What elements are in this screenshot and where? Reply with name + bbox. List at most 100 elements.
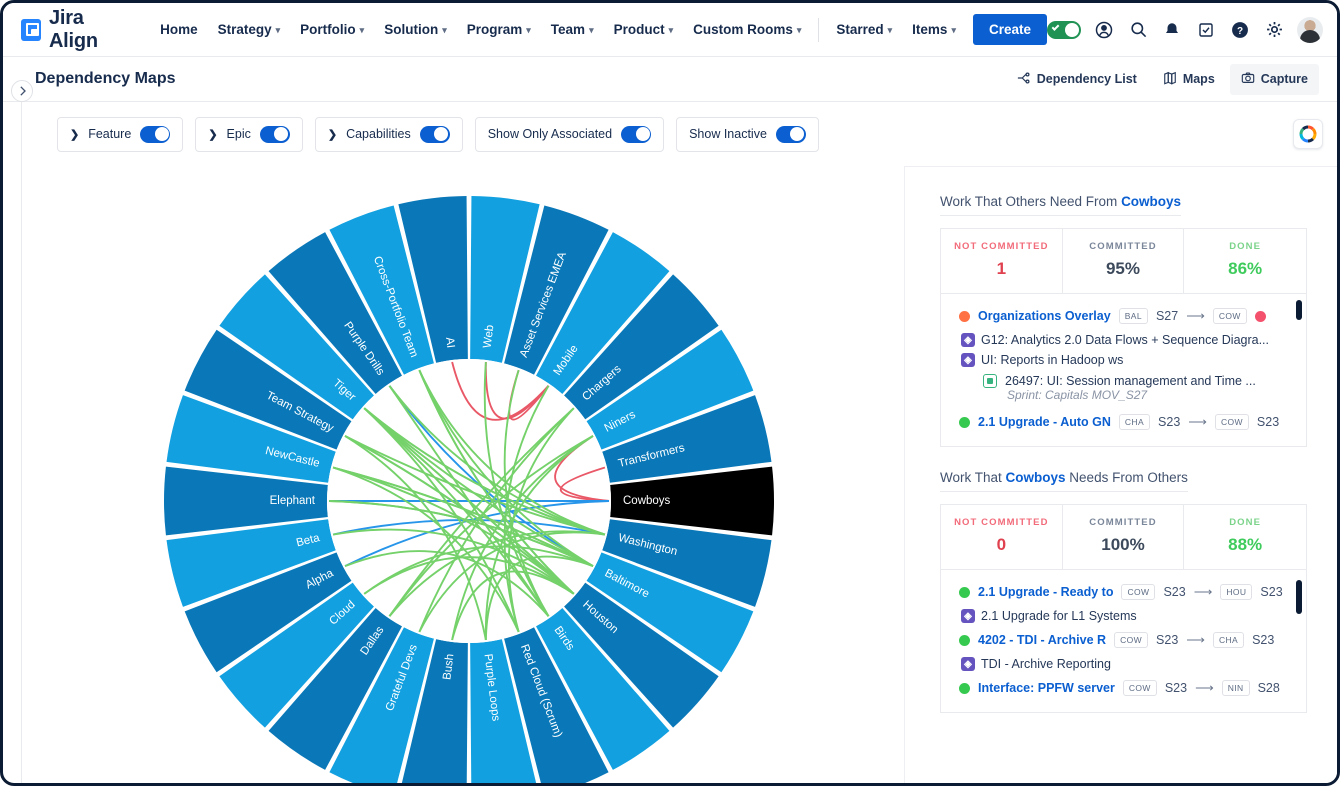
dependency-title-link[interactable]: 2.1 Upgrade - Ready to	[978, 585, 1113, 599]
nav-item-starred[interactable]: Starred ▾	[827, 15, 901, 44]
capture-button[interactable]: Capture	[1230, 64, 1319, 95]
dependency-chord-chart[interactable]: AIWebAsset Services EMEAMobileChargersNi…	[22, 166, 901, 783]
epic-icon: ◈	[961, 353, 975, 367]
jira-logo-icon	[21, 19, 41, 41]
epic-row[interactable]: ◈ 2.1 Upgrade for L1 Systems	[941, 606, 1306, 626]
chevron-down-icon: ▾	[276, 25, 281, 36]
search-icon[interactable]	[1127, 19, 1149, 41]
dependency-list[interactable]: 2.1 Upgrade - Ready to COW S23 ⟶ HOU S23…	[940, 569, 1307, 713]
filter-chip-show-only-associated[interactable]: Show Only Associated	[475, 117, 664, 152]
epic-row[interactable]: ◈ UI: Reports in Hadoop ws	[941, 350, 1306, 370]
section-heading: Work That Others Need From Cowboys	[940, 194, 1181, 216]
nav-item-portfolio[interactable]: Portfolio ▾	[291, 15, 373, 44]
dependency-row[interactable]: 2.1 Upgrade - Auto GN CHA S23 ⟶ COW S23	[941, 408, 1306, 436]
chevron-right-icon[interactable]: ❯	[70, 128, 79, 141]
chord-diagram-svg[interactable]: AIWebAsset Services EMEAMobileChargersNi…	[22, 166, 907, 786]
dependency-title-link[interactable]: Interface: PPFW server	[978, 681, 1115, 695]
gear-icon[interactable]	[1263, 19, 1285, 41]
dependency-row[interactable]: 4202 - TDI - Archive R COW S23 ⟶ CHA S23	[941, 626, 1306, 654]
stat-label: COMMITTED	[1067, 241, 1180, 252]
dependency-title-link[interactable]: 4202 - TDI - Archive R	[978, 633, 1106, 647]
stat-value: 95%	[1067, 259, 1180, 279]
dependency-list[interactable]: Organizations Overlay BAL S27 ⟶ COW ◈ G1…	[940, 293, 1307, 447]
list-scrollbar[interactable]	[1296, 580, 1302, 614]
user-avatar[interactable]	[1297, 17, 1323, 43]
filter-label: Show Inactive	[689, 127, 767, 141]
filter-toggle[interactable]	[621, 126, 651, 143]
toggle-knob	[1065, 23, 1079, 37]
create-button[interactable]: Create	[973, 14, 1047, 45]
tasks-icon[interactable]	[1195, 19, 1217, 41]
jira-align-logo[interactable]: Jira Align	[21, 7, 129, 53]
nav-item-label: Strategy	[218, 22, 272, 37]
from-sprint: S27	[1156, 309, 1178, 323]
chevron-right-icon[interactable]: ❯	[208, 128, 217, 141]
list-scrollbar[interactable]	[1296, 300, 1302, 320]
nav-item-label: Solution	[384, 22, 438, 37]
heading-prefix: Work That	[940, 470, 1006, 485]
dependency-list-icon	[1017, 71, 1031, 88]
maps-button[interactable]: Maps	[1152, 64, 1226, 95]
chevron-down-icon: ▾	[360, 25, 365, 36]
nav-item-label: Product	[614, 22, 665, 37]
panel-section: Work That Others Need From Cowboys NOT C…	[940, 193, 1307, 447]
dependency-title-link[interactable]: Organizations Overlay	[978, 309, 1111, 323]
filter-toggle[interactable]	[420, 126, 450, 143]
nav-item-solution[interactable]: Solution ▾	[375, 15, 456, 44]
account-icon[interactable]	[1093, 19, 1115, 41]
nav-item-product[interactable]: Product ▾	[605, 15, 683, 44]
dependency-row[interactable]: Interface: PPFW server COW S23 ⟶ NIN S28	[941, 674, 1306, 702]
epic-row[interactable]: ◈ G12: Analytics 2.0 Data Flows + Sequen…	[941, 330, 1306, 350]
stats-summary: NOT COMMITTED 0 COMMITTED 100% DONE 88%	[940, 504, 1307, 569]
stat-notcom: NOT COMMITTED 1	[941, 229, 1063, 293]
filter-chip-epic[interactable]: ❯ Epic	[195, 117, 303, 152]
mode-toggle-switch[interactable]	[1047, 21, 1081, 39]
filter-label: Show Only Associated	[488, 127, 612, 141]
filter-chip-feature[interactable]: ❯ Feature	[57, 117, 183, 152]
filter-toggle[interactable]	[776, 126, 806, 143]
nav-item-items[interactable]: Items ▾	[903, 15, 965, 44]
stat-done: DONE 88%	[1184, 505, 1306, 569]
nav-item-custom-rooms[interactable]: Custom Rooms ▾	[684, 15, 810, 44]
filter-chip-capabilities[interactable]: ❯ Capabilities	[315, 117, 463, 152]
filter-toggle[interactable]	[260, 126, 290, 143]
chevron-right-icon[interactable]: ❯	[328, 128, 337, 141]
story-row[interactable]: 26497: UI: Session management and Time .…	[941, 370, 1306, 388]
stats-summary: NOT COMMITTED 1 COMMITTED 95% DONE 86%	[940, 228, 1307, 293]
nav-item-home[interactable]: Home	[151, 15, 207, 44]
help-icon[interactable]: ?	[1229, 19, 1251, 41]
filter-toggle[interactable]	[140, 126, 170, 143]
epic-icon: ◈	[961, 333, 975, 347]
nav-item-program[interactable]: Program ▾	[458, 15, 540, 44]
from-sprint: S23	[1165, 681, 1187, 695]
filter-toolbar: ❯ Feature ❯ Epic ❯ Capabilities Show Onl…	[22, 102, 1337, 166]
epic-label: TDI - Archive Reporting	[981, 657, 1111, 671]
chevron-down-icon: ▾	[526, 25, 531, 36]
nav-item-strategy[interactable]: Strategy ▾	[209, 15, 290, 44]
nav-item-label: Starred	[836, 22, 883, 37]
dependency-list-button[interactable]: Dependency List	[1006, 64, 1148, 95]
from-team-tag: BAL	[1119, 308, 1148, 324]
dependency-row[interactable]: 2.1 Upgrade - Ready to COW S23 ⟶ HOU S23	[941, 578, 1306, 606]
color-wheel-icon[interactable]	[1293, 119, 1323, 149]
heading-team-link[interactable]: Cowboys	[1006, 470, 1066, 485]
nav-item-team[interactable]: Team ▾	[542, 15, 603, 44]
sidebar-expand-button[interactable]	[11, 80, 33, 102]
heading-team-link[interactable]: Cowboys	[1121, 194, 1181, 209]
epic-row[interactable]: ◈ TDI - Archive Reporting	[941, 654, 1306, 674]
filter-chip-show-inactive[interactable]: Show Inactive	[676, 117, 819, 152]
chevron-down-icon: ▾	[442, 25, 447, 36]
stat-value: 0	[945, 535, 1058, 555]
to-team-tag: NIN	[1222, 680, 1250, 696]
stat-value: 86%	[1188, 259, 1302, 279]
from-team-tag: COW	[1123, 680, 1157, 696]
to-sprint: S23	[1260, 585, 1282, 599]
notifications-icon[interactable]	[1161, 19, 1183, 41]
story-icon	[983, 374, 997, 388]
button-label: Capture	[1261, 72, 1308, 86]
epic-icon: ◈	[961, 609, 975, 623]
dependency-row[interactable]: Organizations Overlay BAL S27 ⟶ COW	[941, 302, 1306, 330]
stat-label: DONE	[1188, 517, 1302, 528]
arrow-right-icon: ⟶	[1188, 414, 1207, 430]
dependency-title-link[interactable]: 2.1 Upgrade - Auto GN	[978, 415, 1111, 429]
